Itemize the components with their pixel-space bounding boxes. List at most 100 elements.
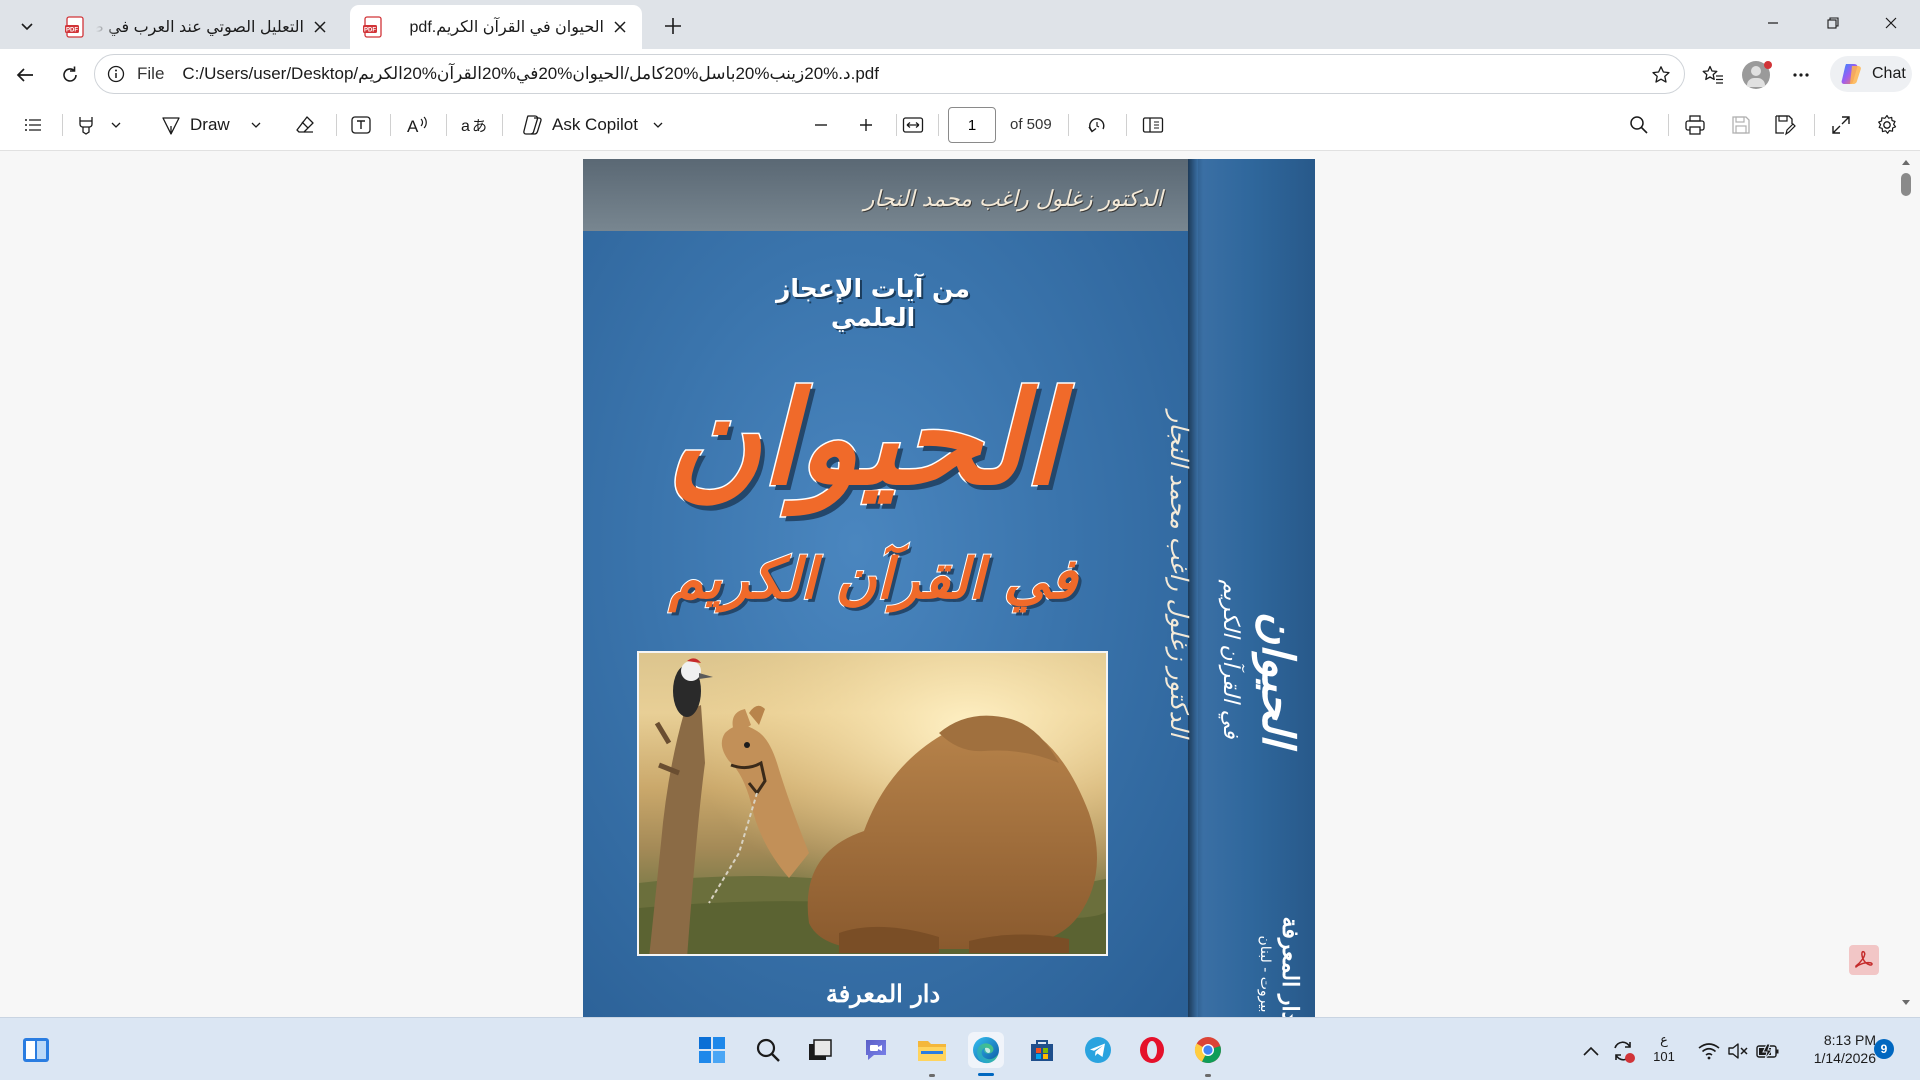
erase-button[interactable] [288,109,322,141]
navigation-bar: File C:/Users/user/Desktop/د.%20زينب%20ب… [0,49,1920,99]
chrome-browser-button[interactable] [1190,1032,1226,1068]
chrome-logo-icon [1194,1037,1221,1064]
opera-logo-icon [1140,1037,1164,1063]
tab-animal-quran-pdf[interactable]: PDF الحيوان في القرآن الكريم.pdf [350,5,642,49]
restore-icon [1827,17,1839,29]
new-tab-button[interactable] [656,9,690,43]
task-view-button[interactable] [802,1032,838,1068]
print-button[interactable] [1678,109,1712,141]
highlighter-icon [79,117,93,135]
vertical-scrollbar[interactable] [1898,151,1914,1017]
save-as-button[interactable] [1768,109,1802,141]
edge-browser-button[interactable] [968,1032,1004,1068]
close-tab-icon[interactable] [310,17,330,37]
save-button[interactable] [1724,109,1758,141]
toolbar-divider [390,114,391,136]
toolbar-divider [62,114,63,136]
chevron-down-icon [653,122,663,128]
back-button[interactable] [7,57,43,93]
ask-copilot-button[interactable]: Ask Copilot [516,109,672,141]
sync-status-icon[interactable] [1610,1038,1636,1064]
favorite-star-icon[interactable] [1648,62,1674,88]
search-taskbar-button[interactable] [750,1032,786,1068]
system-clock[interactable]: 8:13 PM 1/14/2026 [1786,1031,1876,1067]
translate-button[interactable]: aあ [456,109,492,141]
draw-pen-icon [162,117,180,135]
favorites-button[interactable] [1695,57,1731,93]
draw-button[interactable]: Draw [156,109,272,141]
toolbar-divider [938,114,939,136]
highlight-button[interactable] [72,109,132,141]
scroll-down-arrow-icon[interactable] [1899,996,1913,1010]
close-tab-icon[interactable] [610,17,630,37]
pdf-settings-button[interactable] [1870,109,1904,141]
cover-author-text: الدكتور زغلول راغب محمد النجار [863,187,1163,212]
input-language-indicator[interactable]: ع 101 [1650,1031,1678,1065]
scroll-up-arrow-icon[interactable] [1899,155,1913,169]
wifi-icon[interactable] [1696,1038,1722,1064]
more-menu-button[interactable] [1783,57,1819,93]
language-script-label: ع [1660,1032,1668,1047]
widgets-button[interactable] [18,1032,54,1068]
toolbar-divider [336,114,337,136]
pdf-file-icon: PDF [363,16,382,38]
rotate-button[interactable] [1080,109,1114,141]
video-chat-icon [866,1040,886,1060]
scrollbar-thumb[interactable] [1901,173,1911,196]
show-hidden-icons-chevron-icon[interactable] [1578,1038,1604,1064]
close-window-button[interactable] [1866,0,1916,46]
volume-muted-icon[interactable] [1725,1038,1751,1064]
favorites-icon [1702,65,1723,84]
search-icon [1630,116,1648,134]
tab-strip: PDF التعليل الصوتي عند العرب في ضوء PDF … [0,0,1920,49]
eraser-icon [296,116,314,133]
microsoft-store-button[interactable] [1024,1032,1060,1068]
zoom-in-button[interactable] [849,109,883,141]
acrobat-extension-button[interactable] [1849,945,1879,975]
contents-button[interactable] [16,109,50,141]
page-view-button[interactable] [1136,109,1170,141]
zoom-out-button[interactable] [804,109,838,141]
battery-charging-icon[interactable] [1755,1038,1781,1064]
profile-notification-dot [1764,61,1772,69]
address-bar[interactable]: File C:/Users/user/Desktop/د.%20زينب%20ب… [94,54,1685,94]
toolbar-divider [1668,114,1669,136]
toolbar-divider [1068,114,1069,136]
read-aloud-button[interactable]: A [400,109,436,141]
tab-actions-menu-button[interactable] [10,9,44,43]
save-as-icon [1775,115,1796,136]
running-indicator [929,1074,935,1077]
copilot-logo-icon [1841,64,1861,84]
info-icon[interactable] [105,63,127,85]
find-button[interactable] [1622,109,1656,141]
plus-icon [665,18,681,34]
rotate-icon [1088,118,1105,133]
pdf-file-icon: PDF [65,16,84,38]
spine-title-text: الحيوان [1252,611,1303,747]
start-button[interactable] [694,1032,730,1068]
teams-meet-button[interactable] [858,1032,894,1068]
add-text-button[interactable] [344,109,378,141]
minimize-button[interactable] [1748,0,1798,46]
restore-button[interactable] [1808,0,1858,46]
page-number-input[interactable] [948,107,996,143]
telegram-button[interactable] [1080,1032,1116,1068]
notification-count-badge[interactable]: 9 [1874,1039,1894,1059]
chevron-down-icon [21,23,33,31]
tab-arabic-phonetics-pdf[interactable]: PDF التعليل الصوتي عند العرب في ضوء [52,5,342,49]
back-arrow-icon [16,68,33,82]
file-explorer-button[interactable] [914,1032,950,1068]
url-scheme-label: File [137,64,165,83]
fit-to-width-button[interactable] [896,109,930,141]
copilot-chat-button[interactable]: Chat [1830,56,1912,92]
opera-browser-button[interactable] [1134,1032,1170,1068]
full-screen-button[interactable] [1824,109,1858,141]
keyboard-layout-label: 101 [1653,1049,1675,1064]
minus-icon [815,124,827,126]
url-text[interactable]: C:/Users/user/Desktop/د.%20زينب%20باسل%2… [182,64,879,84]
telegram-icon [1085,1037,1111,1063]
refresh-button[interactable] [52,57,88,93]
tab-title: التعليل الصوتي عند العرب في ضوء [96,19,304,36]
table-of-contents-icon [25,119,41,131]
folder-icon [918,1041,946,1061]
